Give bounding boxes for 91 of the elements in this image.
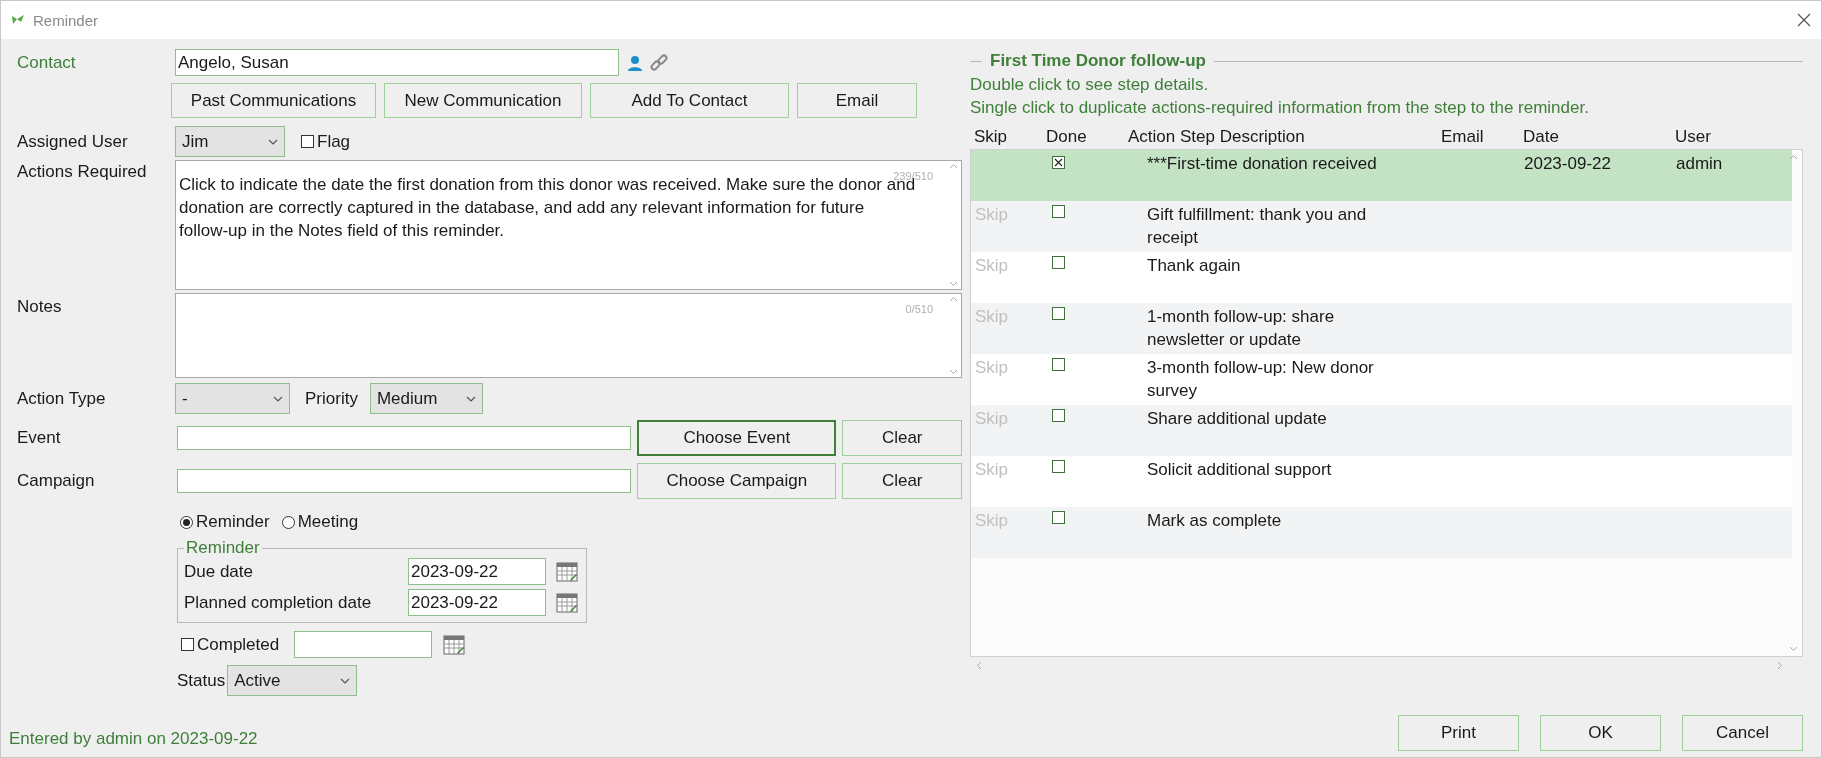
- person-icon[interactable]: [627, 54, 643, 71]
- completed-date-field[interactable]: [294, 631, 433, 658]
- step-row[interactable]: ***First-time donation received 2023-09-22 admin: [971, 150, 1792, 201]
- clear-button[interactable]: Clear: [842, 463, 962, 499]
- status-label: Status: [177, 670, 226, 691]
- dialog-button[interactable]: Print: [1398, 715, 1519, 751]
- close-icon[interactable]: [1797, 13, 1811, 27]
- date-label: Due date: [184, 561, 254, 582]
- flag-label: Flag: [317, 131, 351, 152]
- column-header: Date: [1522, 126, 1560, 148]
- step-description: Solicit additional support: [1146, 459, 1333, 481]
- scroll-down-icon[interactable]: [948, 369, 958, 375]
- dialog-button[interactable]: Cancel: [1682, 715, 1803, 751]
- step-description: 3-month follow-up: New donor survey: [1146, 357, 1375, 402]
- actions-required-field[interactable]: Click to indicate the date the first donation from this donor was received. Make sure the donor and donation are correctly captured in the database, and add any relevant information for future follow-up in the Notes field of this reminder. 239/510: [175, 160, 962, 290]
- hint-text: Single click to duplicate actions-required information from the step to the reminder.: [970, 97, 1590, 119]
- scroll-down-icon[interactable]: [948, 281, 958, 287]
- dialog-button[interactable]: OK: [1540, 715, 1661, 751]
- radio-label: Meeting: [297, 512, 359, 532]
- chevron-down-icon: [465, 395, 476, 402]
- done-checkbox[interactable]: [1052, 256, 1065, 269]
- done-checkbox[interactable]: [1052, 460, 1065, 473]
- priority-dropdown[interactable]: Medium: [369, 383, 483, 414]
- contact-label: Contact: [16, 52, 77, 73]
- calendar-icon[interactable]: [556, 592, 578, 613]
- section-title: First Time Donor follow-up: [990, 51, 1206, 71]
- user-cell-text: admin: [1675, 153, 1724, 175]
- action-button[interactable]: Email: [797, 83, 917, 118]
- step-description: Mark as complete: [1146, 510, 1283, 532]
- priority-label: Priority: [305, 388, 358, 409]
- step-description: 1-month follow-up: share newsletter or update: [1146, 306, 1336, 351]
- completed-checkbox[interactable]: [181, 638, 194, 651]
- entered-by-text: Entered by admin on 2023-09-22: [9, 729, 258, 748]
- actions-required-label: Actions Required: [16, 162, 148, 182]
- date-field[interactable]: 2023-09-22: [408, 589, 546, 616]
- chevron-down-icon: [268, 138, 278, 145]
- done-checkbox[interactable]: [1052, 156, 1065, 169]
- calendar-icon[interactable]: [556, 561, 578, 582]
- column-header: Action Step Description: [1127, 126, 1306, 148]
- status-dropdown[interactable]: Active: [227, 665, 358, 696]
- contact-field[interactable]: Angelo, Susan: [175, 49, 619, 76]
- hint-text: Double click to see step details.: [970, 74, 1210, 96]
- step-row[interactable]: Skip 3-month follow-up: New donor survey: [971, 354, 1792, 405]
- flag-checkbox[interactable]: [301, 135, 314, 148]
- chevron-down-icon: [273, 395, 283, 402]
- chevron-down-icon: [340, 677, 351, 684]
- scroll-up-icon[interactable]: [948, 163, 958, 169]
- link-icon[interactable]: [649, 52, 669, 73]
- clear-button[interactable]: Clear: [842, 420, 962, 456]
- done-checkbox[interactable]: [1052, 511, 1065, 524]
- choose-campaign-button[interactable]: Choose Campaign: [637, 463, 837, 499]
- action-button[interactable]: Past Communications: [171, 83, 376, 118]
- step-row[interactable]: Skip Thank again: [971, 252, 1792, 303]
- step-description: Thank again: [1146, 255, 1242, 277]
- done-checkbox[interactable]: [1052, 307, 1065, 320]
- event-label: Event: [16, 428, 62, 448]
- group-title: Reminder: [185, 538, 261, 558]
- done-checkbox[interactable]: [1052, 409, 1065, 422]
- column-header: Done: [1045, 126, 1088, 148]
- column-header: Email: [1440, 126, 1485, 148]
- step-description: Gift fulfillment: thank you and receipt: [1146, 204, 1368, 249]
- campaign-field[interactable]: [177, 469, 632, 493]
- app-logo-icon: [11, 14, 25, 26]
- radio-label: Reminder: [196, 512, 270, 532]
- column-header: Skip: [973, 126, 1009, 148]
- column-header: User: [1674, 126, 1712, 148]
- choose-event-button[interactable]: Choose Event: [637, 420, 837, 456]
- radio-button[interactable]: [281, 515, 295, 529]
- calendar-icon[interactable]: [443, 634, 466, 655]
- step-description: Share additional update: [1146, 408, 1328, 430]
- assigned-user-dropdown[interactable]: Jim: [175, 126, 285, 157]
- action-type-dropdown[interactable]: -: [175, 383, 290, 414]
- date-field[interactable]: 2023-09-22: [408, 558, 546, 585]
- radio-button[interactable]: [180, 515, 193, 529]
- assigned-user-label: Assigned User: [16, 131, 129, 152]
- event-field[interactable]: [177, 426, 632, 450]
- date-cell-text: 2023-09-22: [1523, 153, 1612, 175]
- step-row[interactable]: Skip Solicit additional support: [971, 456, 1792, 507]
- step-description: ***First-time donation received: [1146, 153, 1378, 175]
- scroll-up-icon[interactable]: [948, 296, 958, 302]
- action-type-label: Action Type: [16, 388, 107, 409]
- action-button[interactable]: New Communication: [384, 83, 582, 118]
- completed-label: Completed: [197, 634, 280, 655]
- campaign-label: Campaign: [16, 471, 96, 491]
- done-checkbox[interactable]: [1052, 205, 1065, 218]
- action-button[interactable]: Add To Contact: [590, 83, 789, 118]
- window-title: Reminder: [33, 11, 100, 29]
- character-counter: 0/510: [905, 302, 933, 317]
- done-checkbox[interactable]: [1052, 358, 1065, 371]
- date-label: Planned completion date: [184, 592, 373, 613]
- notes-label: Notes: [16, 297, 63, 317]
